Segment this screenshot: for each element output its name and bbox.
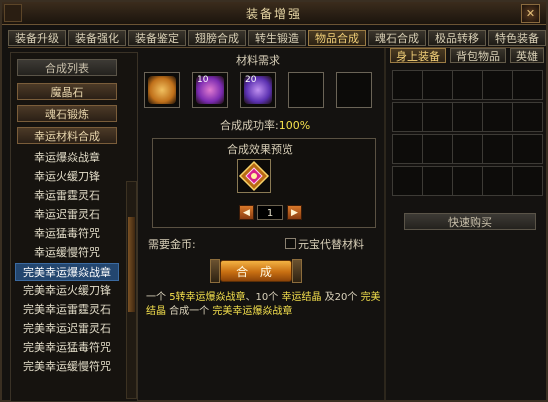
inventory-cell[interactable] bbox=[512, 166, 543, 196]
inventory-cell[interactable] bbox=[482, 134, 513, 164]
description-segment: 合成一个 bbox=[166, 306, 213, 317]
synthesis-list-header[interactable]: 合成列表 bbox=[17, 59, 117, 76]
inventory-cell[interactable] bbox=[422, 166, 453, 196]
synthesis-list-item[interactable]: 完美幸运雷霆灵石 bbox=[15, 301, 119, 319]
decrease-arrow-icon[interactable]: ◀ bbox=[239, 205, 254, 220]
category-lucky-material[interactable]: 幸运材料合成 bbox=[17, 127, 117, 144]
tab-2[interactable]: 装备强化 bbox=[68, 30, 126, 46]
synthesis-list-item[interactable]: 完美幸运迟雷灵石 bbox=[15, 320, 119, 338]
tab-6[interactable]: 物品合成 bbox=[308, 30, 366, 46]
inventory-cell[interactable] bbox=[452, 134, 483, 164]
description-segment: 幸运结晶 bbox=[281, 292, 322, 303]
gold-label: 需要金币: bbox=[148, 238, 196, 251]
increase-arrow-icon[interactable]: ▶ bbox=[287, 205, 302, 220]
tab-3[interactable]: 装备鉴定 bbox=[128, 30, 186, 46]
inventory-cell[interactable] bbox=[512, 134, 543, 164]
preview-title: 合成效果预览 bbox=[227, 143, 293, 156]
material-count: 20 bbox=[245, 75, 257, 85]
inventory-cell[interactable] bbox=[392, 102, 423, 132]
success-rate-label: 合成成功率: bbox=[220, 119, 279, 132]
description-segment: 及20个 bbox=[321, 292, 361, 303]
synthesis-list-item[interactable]: 幸运爆焱战章 bbox=[15, 149, 119, 167]
success-rate-row: 合成成功率:100% bbox=[220, 117, 310, 133]
synthesis-list-item[interactable]: 幸运缓慢符咒 bbox=[15, 244, 119, 262]
inventory-cell[interactable] bbox=[482, 70, 513, 100]
combine-button[interactable]: 合 成 bbox=[220, 260, 292, 282]
synthesis-list-item[interactable]: 幸运猛毒符咒 bbox=[15, 225, 119, 243]
category-magic-crystal[interactable]: 魔晶石 bbox=[17, 83, 117, 100]
description-segment: 完美幸运爆焱战章 bbox=[212, 306, 293, 317]
category-soul-stone-refine[interactable]: 魂石锻炼 bbox=[17, 105, 117, 122]
tab-4[interactable]: 翅膀合成 bbox=[188, 30, 246, 46]
synthesis-description: 一个 5转幸运爆焱战章、10个 幸运结晶 及20个 完美结晶 合成一个 完美幸运… bbox=[146, 291, 382, 319]
tab-9[interactable]: 特色装备 bbox=[488, 30, 546, 46]
scrollbar-thumb[interactable] bbox=[128, 217, 135, 312]
tab-backpack[interactable]: 背包物品 bbox=[450, 48, 506, 63]
substitute-label: 元宝代替材料 bbox=[298, 238, 364, 251]
materials-title: 材料需求 bbox=[236, 54, 280, 67]
perfect-war-badge-icon bbox=[238, 160, 270, 192]
synthesis-list-item[interactable]: 完美幸运缓慢符咒 bbox=[15, 358, 119, 376]
tab-1[interactable]: 装备升级 bbox=[8, 30, 66, 46]
result-slot[interactable] bbox=[237, 159, 271, 193]
tab-7[interactable]: 魂石合成 bbox=[368, 30, 426, 46]
close-icon[interactable]: ✕ bbox=[521, 4, 540, 23]
tab-hero[interactable]: 英雄 bbox=[510, 48, 544, 63]
synthesis-sidebar: 合成列表 魔晶石 魂石锻炼 幸运材料合成 幸运爆焱战章 幸运火缓刀锋 幸运雷霆灵石幸… bbox=[10, 52, 138, 402]
tab-bar: 装备升级 装备强化 装备鉴定 翅膀合成 转生锻造 物品合成 魂石合成 极品转移 特色装备 bbox=[8, 30, 546, 48]
synthesis-list-item[interactable]: 幸运迟雷灵石 bbox=[15, 206, 119, 224]
inventory-cell[interactable] bbox=[452, 70, 483, 100]
synthesis-list-item[interactable]: 幸运雷霆灵石 bbox=[15, 187, 119, 205]
inventory-cell[interactable] bbox=[422, 102, 453, 132]
combine-button-left-cap bbox=[210, 259, 220, 283]
tab-5[interactable]: 转生锻造 bbox=[248, 30, 306, 46]
synthesis-list-item[interactable]: 完美幸运火缓刀锋 bbox=[15, 282, 119, 300]
material-slot[interactable]: 10 bbox=[192, 72, 228, 108]
quick-buy-button[interactable]: 快速购买 bbox=[404, 213, 536, 230]
inventory-cell[interactable] bbox=[452, 102, 483, 132]
inventory-cell[interactable] bbox=[452, 166, 483, 196]
material-slot[interactable] bbox=[288, 72, 324, 108]
inventory-cell[interactable] bbox=[392, 134, 423, 164]
inventory-cell[interactable] bbox=[422, 70, 453, 100]
description-segment: 一个 bbox=[146, 292, 170, 303]
inventory-cell[interactable] bbox=[512, 102, 543, 132]
tab-8[interactable]: 极品转移 bbox=[428, 30, 486, 46]
equipment-enhance-window: 装备增强 ✕ 装备升级 装备强化 装备鉴定 翅膀合成 转生锻造 物品合成 魂石合成 极品转移特… bbox=[0, 0, 548, 402]
inventory-grid bbox=[392, 70, 544, 200]
inventory-cell[interactable] bbox=[512, 70, 543, 100]
synthesis-list-item[interactable]: 幸运火缓刀锋 bbox=[15, 168, 119, 186]
description-segment: 5转幸运爆焱战章 bbox=[169, 292, 246, 303]
result-preview-panel: 合成效果预览 ◀ 1 ▶ bbox=[152, 138, 376, 228]
substitute-checkbox[interactable] bbox=[285, 238, 296, 249]
inventory-panel: 身上装备 背包物品 英雄 快速购买 bbox=[388, 48, 544, 400]
inventory-cell[interactable] bbox=[482, 102, 513, 132]
material-slot[interactable] bbox=[336, 72, 372, 108]
panel-divider bbox=[384, 48, 386, 400]
inventory-cell[interactable] bbox=[482, 166, 513, 196]
sidebar-scrollbar[interactable] bbox=[126, 181, 137, 399]
material-count: 10 bbox=[197, 75, 209, 85]
synthesis-list-item[interactable]: 完美幸运爆焱战章 bbox=[15, 263, 119, 281]
inventory-cell[interactable] bbox=[422, 134, 453, 164]
description-segment: 、10个 bbox=[245, 292, 282, 303]
combine-button-right-cap bbox=[292, 259, 302, 283]
tab-equipped[interactable]: 身上装备 bbox=[390, 48, 446, 63]
synthesis-list-item[interactable]: 完美幸运猛毒符咒 bbox=[15, 339, 119, 357]
window-title: 装备增强 bbox=[245, 7, 302, 21]
material-slot[interactable] bbox=[144, 72, 180, 108]
material-slot[interactable]: 20 bbox=[240, 72, 276, 108]
war-badge-icon bbox=[148, 76, 176, 104]
inventory-cell[interactable] bbox=[392, 70, 423, 100]
success-rate-value: 100% bbox=[278, 119, 311, 132]
title-bar[interactable]: 装备增强 ✕ bbox=[2, 2, 546, 25]
quantity-input[interactable]: 1 bbox=[257, 205, 283, 220]
inventory-cell[interactable] bbox=[392, 166, 423, 196]
